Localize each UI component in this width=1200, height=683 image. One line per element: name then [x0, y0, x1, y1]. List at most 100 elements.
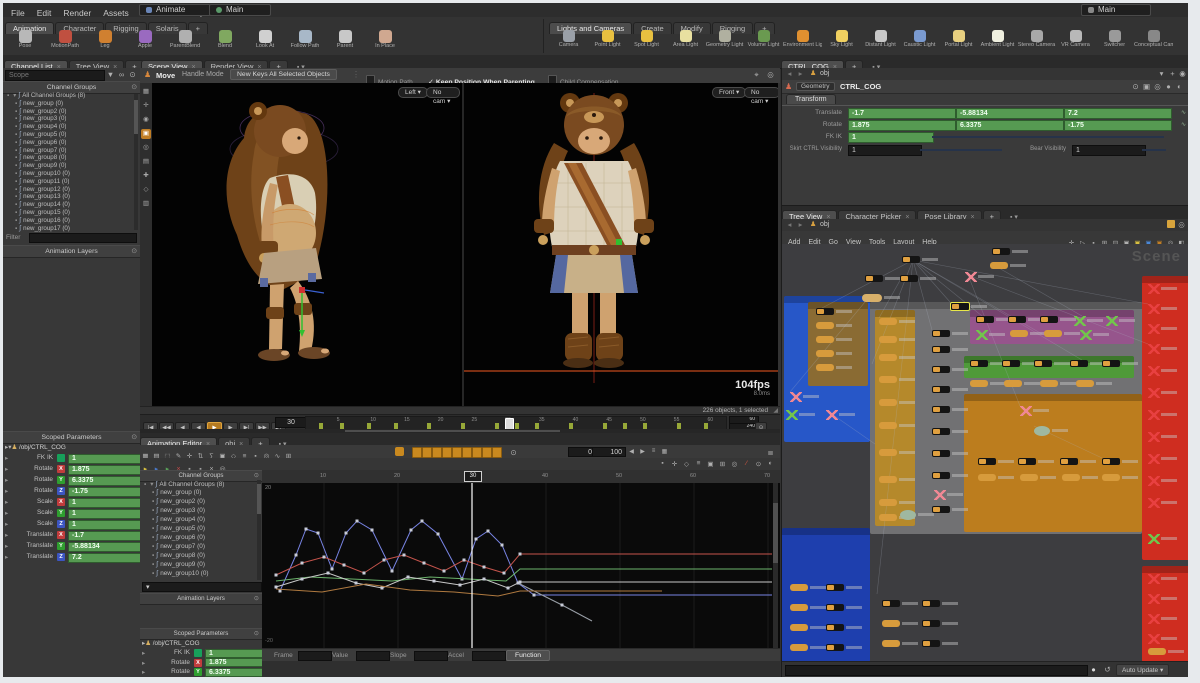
range-nav-icon[interactable]: ≡	[648, 448, 659, 454]
param-value-field[interactable]: 1	[68, 498, 141, 509]
shelf-tool-camera[interactable]: Camera	[549, 29, 588, 48]
viewport-scrollbar[interactable]	[778, 83, 780, 406]
shelf-tool-parent[interactable]: Parent	[325, 29, 365, 49]
anim-view-icon[interactable]: ✛	[669, 460, 680, 468]
resize-grip-icon[interactable]: ◢	[773, 407, 778, 414]
anim-view-icon[interactable]: ≡	[693, 460, 704, 467]
key-type-button[interactable]	[432, 447, 442, 458]
network-node-null-red[interactable]	[1148, 498, 1160, 508]
fkik-label[interactable]: FK IK	[782, 133, 842, 140]
expand-icon[interactable]: ▸	[5, 509, 8, 517]
network-node-black[interactable]	[932, 406, 950, 413]
network-node-orange[interactable]	[882, 640, 900, 647]
network-node-orange[interactable]	[990, 262, 1008, 269]
fkik-slider[interactable]	[932, 136, 1164, 138]
viewport-left-view[interactable]: Left ▾ No cam ▾	[152, 83, 460, 406]
tree-row[interactable]: ▪∫new_group16 (0)	[13, 217, 70, 224]
expand-icon[interactable]: ▸	[5, 454, 8, 462]
rotate-x-field[interactable]: 1.875	[848, 120, 956, 131]
network-node-black[interactable]	[826, 604, 844, 611]
network-node-null-red[interactable]	[1148, 432, 1160, 442]
network-node-black[interactable]	[932, 346, 950, 353]
translate-channels-icon[interactable]: ∿	[1181, 109, 1186, 116]
network-node-null-pink[interactable]	[790, 392, 802, 402]
network-node-orange[interactable]	[816, 336, 834, 343]
scoped-param-row[interactable]: ▸RotateY6.3375	[140, 667, 262, 677]
desktop-selector[interactable]: Animate	[139, 4, 211, 16]
key-type-button[interactable]	[422, 447, 432, 458]
network-node-null-red[interactable]	[1148, 614, 1160, 624]
scoped-param-row[interactable]: ▸ScaleX1	[3, 497, 140, 508]
param-value-field[interactable]: -1.7	[68, 531, 141, 542]
gear-icon[interactable]: ⊙	[131, 432, 137, 443]
bear-visibility-field[interactable]: 1	[1072, 145, 1146, 156]
network-node-orange[interactable]	[1020, 474, 1038, 481]
network-node-null-red[interactable]	[1148, 324, 1160, 334]
network-node-black[interactable]	[902, 256, 920, 263]
node-name[interactable]: CTRL_COG	[840, 82, 881, 91]
network-node-null-green[interactable]	[1148, 534, 1160, 544]
expand-icon[interactable]: ▸	[5, 465, 8, 473]
network-node-orange[interactable]	[879, 476, 897, 483]
scoped-param-row[interactable]: ▸TranslateX-1.7	[3, 530, 140, 541]
network-node-black[interactable]	[932, 386, 950, 393]
network-node-null-red[interactable]	[1148, 410, 1160, 420]
tree-row[interactable]: ▪∫new_group9 (0)	[13, 162, 66, 169]
network-node-null-green[interactable]	[976, 330, 988, 340]
network-node-black[interactable]	[950, 302, 970, 311]
playhead-frame-box[interactable]: 30	[464, 471, 482, 482]
range-nav-icon[interactable]: ▦	[659, 448, 670, 455]
pane-list-icon[interactable]: ≣	[765, 448, 776, 457]
tree-row[interactable]: ▪∫new_group2 (0)	[13, 108, 66, 115]
expand-icon[interactable]: ▸	[5, 476, 8, 484]
network-node-null-pink[interactable]	[1020, 406, 1032, 416]
network-node-orange[interactable]	[1010, 330, 1028, 337]
viewport-tool-icon[interactable]: ◇	[141, 185, 151, 195]
translate-label[interactable]: Translate	[782, 109, 842, 116]
key-type-button[interactable]	[492, 447, 502, 458]
footer-field-frame[interactable]	[298, 651, 332, 661]
shelf-tool-parentblend[interactable]: ParentBlend	[165, 29, 205, 49]
expand-icon[interactable]: ▸	[5, 498, 8, 506]
tree-row[interactable]: ▪∫new_group10 (0)	[150, 570, 209, 577]
network-node-orange[interactable]	[882, 620, 900, 627]
network-node-black[interactable]	[978, 458, 996, 465]
network-node-black[interactable]	[1102, 360, 1120, 367]
network-node-orange[interactable]	[879, 499, 897, 506]
gear-icon[interactable]: ⊙	[254, 629, 259, 639]
network-node-black[interactable]	[922, 600, 940, 607]
key-type-button[interactable]	[472, 447, 482, 458]
gear-icon[interactable]: ⊙	[254, 594, 259, 604]
network-node-cloud[interactable]	[1034, 426, 1050, 436]
tree-row[interactable]: ▪∫new_group6 (0)	[150, 534, 205, 541]
range-nav-icon[interactable]: ▶	[637, 448, 648, 455]
tree-row[interactable]: ▪∫new_group14 (0)	[13, 201, 70, 208]
network-node-orange[interactable]	[790, 604, 808, 611]
tree-row[interactable]: ▪∫new_group (0)	[150, 489, 201, 496]
viewport-tool-icon[interactable]: ▦	[141, 87, 151, 97]
frame-icon[interactable]: ▣	[1141, 82, 1152, 91]
scoped-param-row[interactable]: ▸RotateX1.875	[140, 658, 262, 668]
scoped-param-row[interactable]: ▸TranslateZ7.2	[3, 552, 140, 563]
viewport-tool-icon[interactable]: ✛	[141, 101, 151, 111]
network-node-null-red[interactable]	[1148, 574, 1160, 584]
gear-icon[interactable]: ⊙	[131, 246, 137, 257]
network-node-black[interactable]	[976, 316, 994, 323]
network-node-orange[interactable]	[879, 449, 897, 456]
network-node-null-red[interactable]	[1148, 594, 1160, 604]
network-node-null-red[interactable]	[1148, 366, 1160, 376]
network-node-black[interactable]	[1008, 316, 1026, 323]
param-value-field[interactable]: -5.88134	[68, 542, 141, 553]
tree-row[interactable]: ▪∫new_group5 (0)	[150, 525, 205, 532]
shelf-tool-volume-light[interactable]: Volume Light	[744, 29, 783, 48]
skirt-visibility-label[interactable]: Skirt CTRL Visibility	[782, 146, 842, 152]
help-icon[interactable]: ◐	[1174, 82, 1185, 91]
rotate-label[interactable]: Rotate	[782, 121, 842, 128]
param-value-field[interactable]: 1.875	[205, 658, 263, 667]
network-node-orange[interactable]	[879, 318, 897, 325]
network-node-orange[interactable]	[790, 624, 808, 631]
shelf-tool-sky-light[interactable]: Sky Light	[822, 29, 861, 48]
expand-icon[interactable]: ▸	[5, 531, 8, 539]
network-node-black[interactable]	[932, 428, 950, 435]
forward-icon[interactable]: ▸	[795, 220, 806, 229]
